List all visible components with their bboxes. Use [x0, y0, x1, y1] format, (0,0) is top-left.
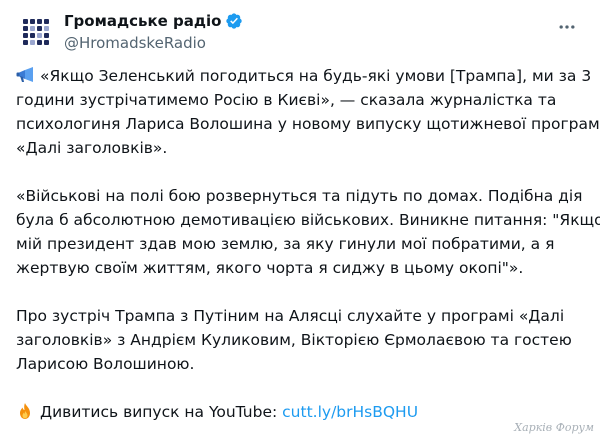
watermark: Харків Форум [514, 421, 594, 434]
fire-icon [16, 402, 36, 420]
paragraph-quote-intro: «Якщо Зеленський погодиться на будь-які … [16, 64, 600, 160]
text-line: була б абсолютною демотивацією військови… [16, 211, 600, 229]
display-name[interactable]: Громадське радіо [64, 12, 221, 30]
avatar[interactable] [16, 12, 56, 52]
megaphone-icon [16, 66, 36, 84]
text-line: «Військові на полі бою розвернуться та п… [16, 187, 583, 205]
text-line: «Далі заголовків». [16, 139, 168, 157]
display-name-row: Громадське радіо [64, 10, 243, 32]
text-line: психологиня Лариса Волошина у новому вип… [16, 115, 600, 133]
author-handle[interactable]: @HromadskeRadio [64, 34, 243, 54]
youtube-link[interactable]: cutt.ly/brHsBQHU [282, 403, 418, 421]
paragraph-program-info: Про зустріч Трампа з Путіним на Алясці с… [16, 304, 584, 376]
author-names: Громадське радіо @HromadskeRadio [64, 10, 243, 54]
text-line: жертвую своїм життям, якого чорта я сидж… [16, 259, 524, 277]
paragraph-quote-military: «Військові на полі бою розвернуться та п… [16, 184, 600, 280]
text-line: мій президент здав мою землю, за яку гин… [16, 235, 555, 253]
tweet-card: Громадське радіо @HromadskeRadio «Якщо З… [0, 0, 600, 438]
youtube-prompt-text: Дивитись випуск на YouTube: [40, 403, 283, 421]
hromadske-radio-logo [23, 19, 49, 45]
paragraph-youtube: Дивитись випуск на YouTube: cutt.ly/brHs… [16, 400, 584, 424]
text-line: Ларисою Волошиною. [16, 355, 195, 373]
text-line: години зустрічатимемо Росію в Києві», — … [16, 91, 557, 109]
text-line: Про зустріч Трампа з Путіним на Алясці с… [16, 307, 565, 325]
verified-badge-icon[interactable] [225, 12, 243, 30]
tweet-text: «Якщо Зеленський погодиться на будь-які … [16, 64, 600, 424]
more-options-button[interactable] [550, 12, 584, 46]
ellipsis-icon [557, 17, 577, 41]
text-line: «Якщо Зеленський погодиться на будь-які … [16, 64, 591, 88]
text-line: заголовків» з Андрієм Куликовим, Вікторі… [16, 331, 572, 349]
text-line: Дивитись випуск на YouTube: cutt.ly/brHs… [16, 400, 584, 424]
tweet-header: Громадське радіо @HromadskeRadio [16, 10, 584, 54]
